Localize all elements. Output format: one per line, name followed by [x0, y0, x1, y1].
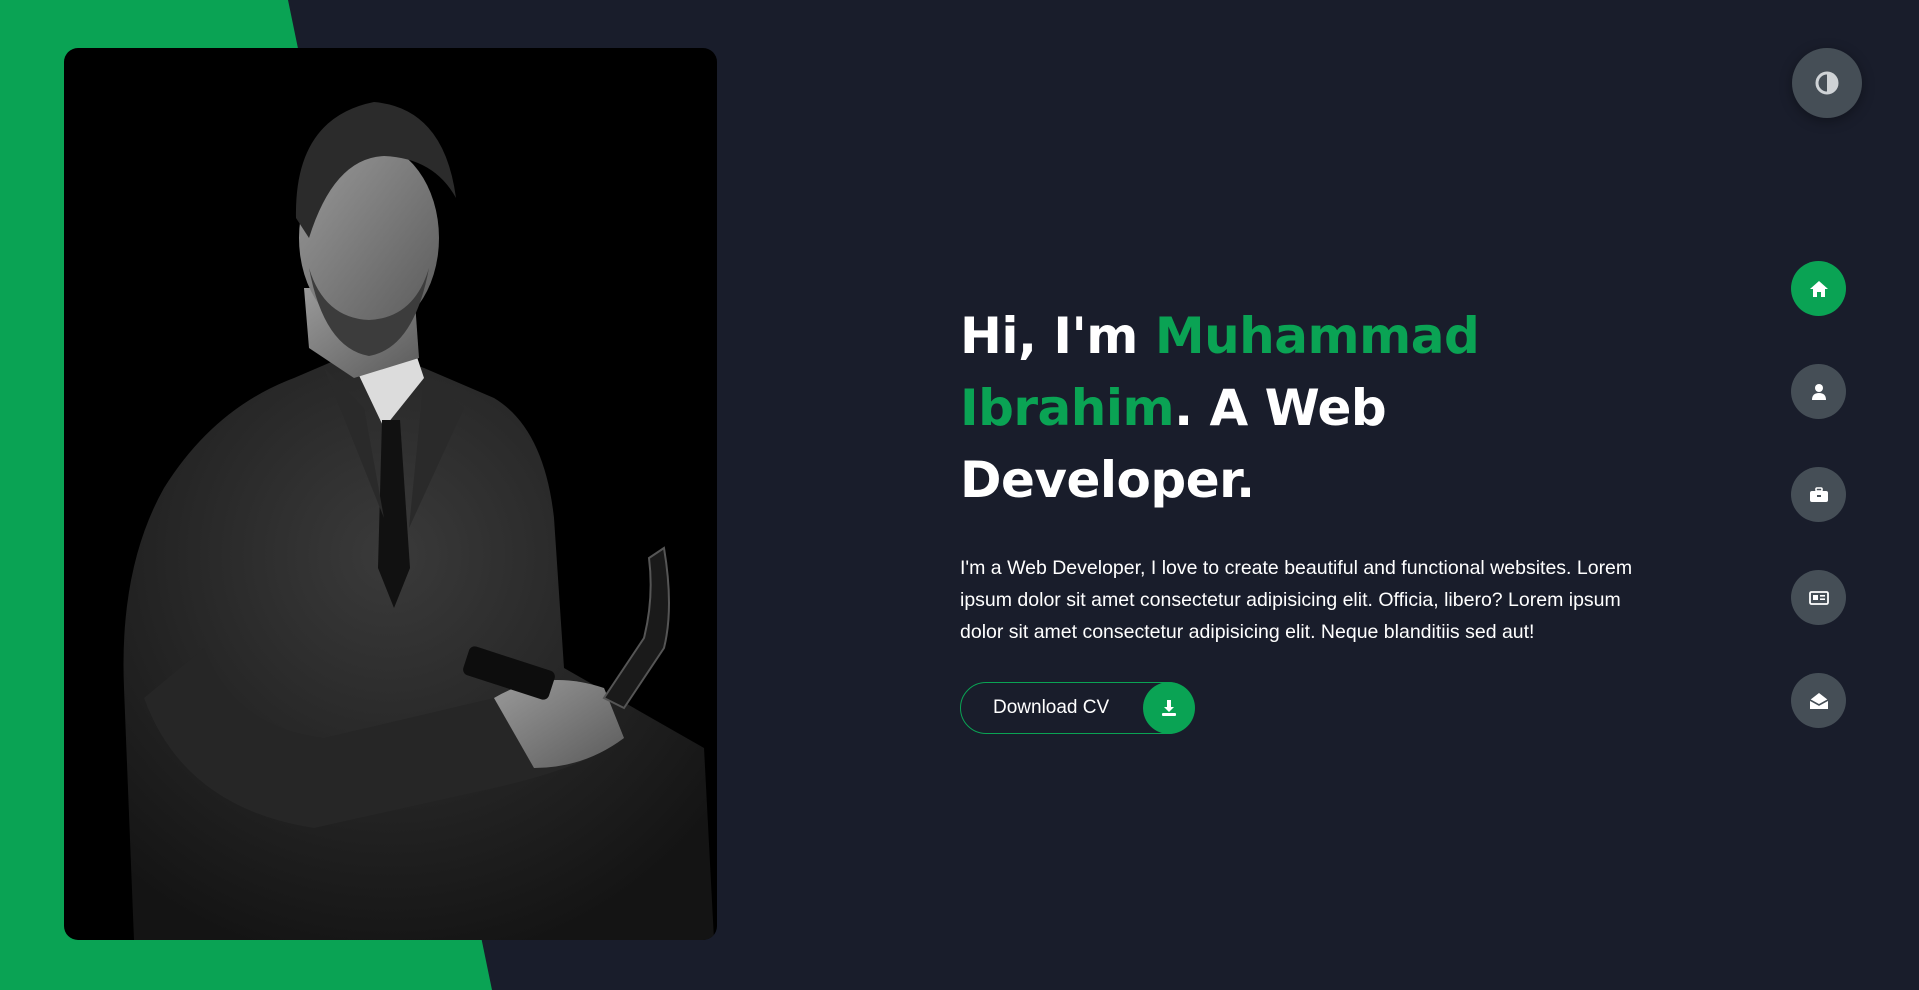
download-cv-button[interactable]: Download CV — [960, 682, 1195, 734]
side-navigation — [1791, 261, 1846, 776]
download-cv-label: Download CV — [993, 697, 1110, 718]
nav-item-home[interactable] — [1791, 261, 1846, 316]
profile-photo — [64, 48, 717, 940]
home-page: Hi, I'm Muhammad Ibrahim. A Web Developer… — [0, 0, 1919, 990]
hero-section: Hi, I'm Muhammad Ibrahim. A Web Developer… — [960, 300, 1660, 734]
briefcase-icon — [1809, 486, 1829, 503]
theme-toggle-button[interactable] — [1792, 48, 1862, 118]
contrast-icon — [1815, 71, 1839, 95]
nav-item-portfolio[interactable] — [1791, 467, 1846, 522]
user-icon — [1811, 383, 1827, 401]
home-icon — [1809, 280, 1829, 298]
nav-item-about[interactable] — [1791, 364, 1846, 419]
hero-heading: Hi, I'm Muhammad Ibrahim. A Web Developer… — [960, 300, 1660, 516]
newspaper-icon — [1808, 590, 1829, 606]
download-icon — [1143, 682, 1195, 734]
hero-name-first: Muhammad — [1154, 307, 1480, 365]
hero-greeting: Hi, I'm — [960, 307, 1155, 365]
hero-name-last: Ibrahim — [960, 379, 1175, 437]
nav-item-contact[interactable] — [1791, 673, 1846, 728]
nav-item-blogs[interactable] — [1791, 570, 1846, 625]
envelope-open-icon — [1809, 692, 1829, 710]
hero-description: I'm a Web Developer, I love to create be… — [960, 557, 1633, 643]
